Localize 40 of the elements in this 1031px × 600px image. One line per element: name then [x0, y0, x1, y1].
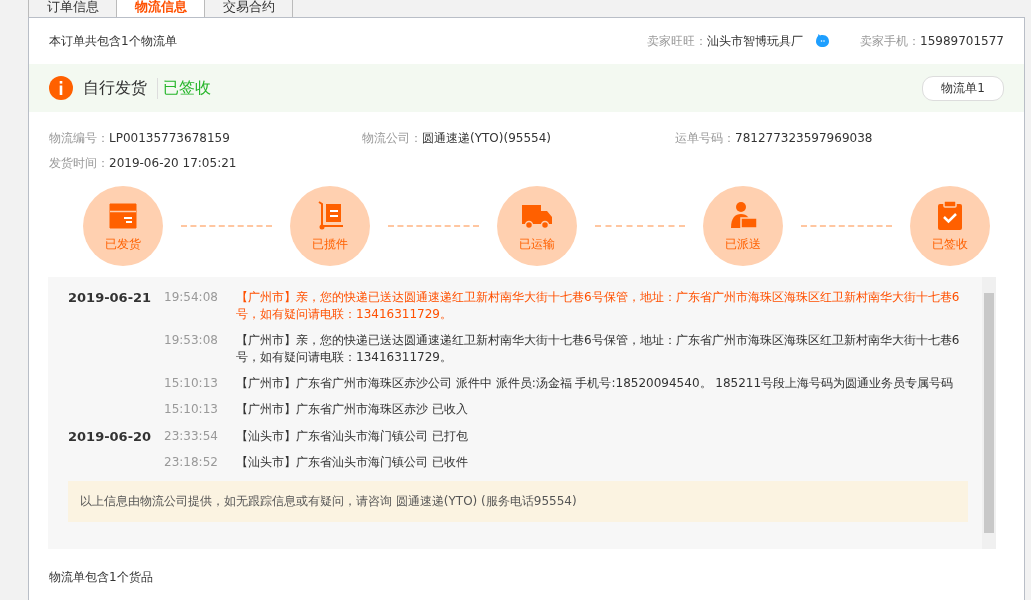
step-label: 已发货	[105, 235, 141, 253]
footer-text: 物流单包含1个货品	[48, 569, 154, 586]
step-label: 已签收	[932, 235, 968, 253]
event-time: 15:10:13	[164, 401, 219, 418]
detail-value: 2019-06-20 17:05:21	[109, 156, 237, 170]
info-icon	[49, 76, 73, 100]
seller-wangwang-name: 汕头市智博玩具厂	[707, 32, 803, 50]
detail-label: 物流编号：	[49, 131, 109, 145]
step-label: 已揽件	[311, 235, 348, 253]
event-time: 23:18:52	[164, 454, 219, 471]
detail-label: 物流公司：	[362, 131, 422, 145]
waybill-button[interactable]: 物流单1	[922, 75, 1004, 101]
detail-label: 发货时间：	[49, 156, 109, 170]
scrollbar[interactable]	[982, 277, 996, 549]
seller-wangwang-label: 卖家旺旺：	[647, 32, 707, 50]
event-time: 19:53:08	[164, 332, 219, 349]
event-date: 2019-06-20	[68, 428, 153, 445]
step-label: 已运输	[518, 235, 555, 253]
chat-bubble-icon[interactable]	[815, 34, 830, 48]
event-date: 2019-06-21	[68, 289, 153, 306]
detail-label: 运单号码：	[675, 131, 735, 145]
event-time: 15:10:13	[164, 375, 219, 392]
seller-phone-label: 卖家手机：	[860, 32, 920, 50]
event-message: 【广州市】广东省广州市海珠区赤沙公司 派件中 派件员:汤金福 手机号:18520094540。 185211号段上海号码为圆通业务员专属号码	[236, 375, 955, 392]
summary-text: 本订单共包含1个物流单	[49, 32, 177, 50]
event-message: 【汕头市】广东省汕头市海门镇公司 已收件	[236, 454, 469, 471]
event-message: 【汕头市】广东省汕头市海门镇公司 已打包	[236, 428, 469, 445]
step-label: 已派送	[725, 235, 762, 253]
delivery-status: 已签收	[157, 77, 211, 99]
notice-text: 以上信息由物流公司提供，如无跟踪信息或有疑问，请咨询 圆通速递(YTO) (服务电话95554)	[68, 481, 968, 522]
detail-value: 781277323597969038	[735, 131, 873, 145]
event-message: 【广州市】亲，您的快递已送达圆通速递红卫新村南华大街十七巷6号保管，地址：广东省广州市海珠区海珠区红卫新村南华大街十七巷6号，如有疑问请电联：13416311729。	[236, 332, 960, 366]
event-time: 19:54:08	[164, 289, 219, 306]
seller-phone: 15989701577	[920, 34, 1004, 48]
shipping-method: 自行发货	[83, 77, 147, 99]
event-message: 【广州市】亲，您的快递已送达圆通速递红卫新村南华大街十七巷6号保管，地址：广东省广州市海珠区海珠区红卫新村南华大街十七巷6号，如有疑问请电联：13416311729。	[236, 289, 960, 323]
detail-value: 圆通速递(YTO)(95554)	[422, 131, 551, 145]
event-message: 【广州市】广东省广州市海珠区赤沙 已收入	[236, 401, 469, 418]
detail-value: LP00135773678159	[109, 131, 230, 145]
event-time: 23:33:54	[164, 428, 219, 445]
